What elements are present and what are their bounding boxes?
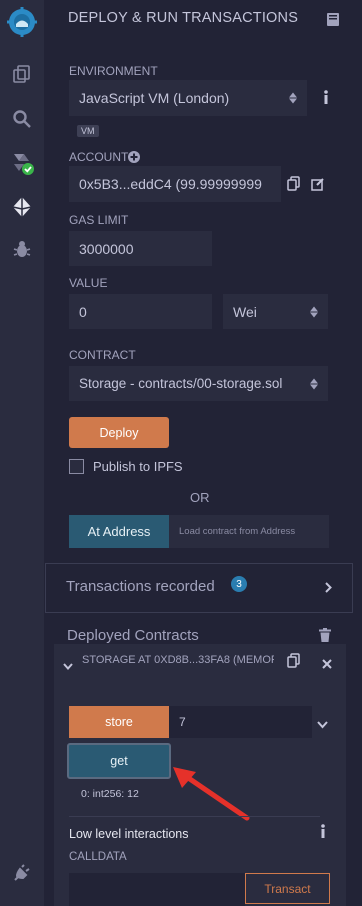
store-input[interactable]: 7 [169,706,312,738]
documentation-icon[interactable] [326,12,340,32]
annotation-arrow-icon [170,764,252,827]
debugger-icon[interactable] [0,232,44,266]
page-title: DEPLOY & RUN TRANSACTIONS [68,10,299,26]
solidity-compiler-icon[interactable] [0,146,44,180]
at-address-input[interactable]: Load contract from Address [169,515,329,548]
chevron-down-icon[interactable] [63,657,73,675]
at-address-button[interactable]: At Address [69,515,169,548]
copy-address-icon[interactable] [287,653,300,673]
value-unit: Wei [233,303,257,320]
remix-logo-icon[interactable] [0,2,44,42]
value-amount: 0 [79,303,87,320]
deploy-run-panel: DEPLOY & RUN TRANSACTIONS ENVIRONMENT Ja… [44,0,362,906]
copy-icon[interactable] [287,176,300,196]
gas-limit-input[interactable]: 3000000 [69,231,212,266]
account-select[interactable]: 0x5B3...eddC4 (99.99999999 [69,166,281,202]
transact-button[interactable]: Transact [245,873,330,904]
account-label: ACCOUNT [69,150,129,164]
contract-select[interactable]: Storage - contracts/00-storage.sol [69,366,328,401]
value-input[interactable]: 0 [69,294,212,329]
environment-label: ENVIRONMENT [69,64,158,78]
deploy-button[interactable]: Deploy [69,417,169,448]
value-label: VALUE [69,276,108,290]
chevron-right-icon[interactable] [325,580,332,598]
store-value: 7 [179,715,186,729]
expand-function-icon[interactable] [317,716,328,734]
get-result: 0: int256: 12 [81,788,139,800]
instance-title: STORAGE AT 0XD8B...33FA8 (MEMORY) [82,654,274,666]
icon-sidebar [0,0,44,906]
low-level-label: Low level interactions [69,827,189,841]
calldata-label: CALLDATA [69,851,127,863]
environment-select[interactable]: JavaScript VM (London) [69,80,307,116]
contract-label: CONTRACT [69,348,136,362]
publish-ipfs-label: Publish to IPFS [93,459,183,474]
publish-ipfs-checkbox[interactable] [69,459,84,474]
get-button[interactable]: get [67,743,171,779]
contract-value: Storage - contracts/00-storage.sol [79,376,283,391]
calldata-input[interactable] [69,873,245,906]
deploy-run-icon[interactable] [0,190,44,224]
gas-limit-label: GAS LIMIT [69,213,129,227]
close-icon[interactable] [322,656,332,674]
info-icon[interactable] [323,90,329,109]
file-explorer-icon[interactable] [0,57,44,91]
store-button[interactable]: store [69,706,169,738]
vm-badge: VM [77,125,99,137]
divider [69,816,320,817]
account-value: 0x5B3...eddC4 (99.99999999 [79,176,262,192]
value-unit-select[interactable]: Wei [223,294,328,329]
transactions-count-badge: 3 [231,576,247,592]
deployed-contracts-label: Deployed Contracts [67,627,199,644]
search-icon[interactable] [0,102,44,136]
environment-value: JavaScript VM (London) [79,90,230,106]
at-address-placeholder: Load contract from Address [179,526,296,537]
select-arrows-icon [310,306,318,317]
select-arrows-icon [310,378,318,389]
select-arrows-icon [289,92,297,104]
or-separator: OR [190,490,210,505]
plugin-manager-icon[interactable] [0,856,44,890]
edit-icon[interactable] [311,177,325,196]
transactions-recorded-label: Transactions recorded [66,578,215,595]
low-level-info-icon[interactable] [320,824,326,843]
gas-limit-value: 3000000 [79,240,134,257]
